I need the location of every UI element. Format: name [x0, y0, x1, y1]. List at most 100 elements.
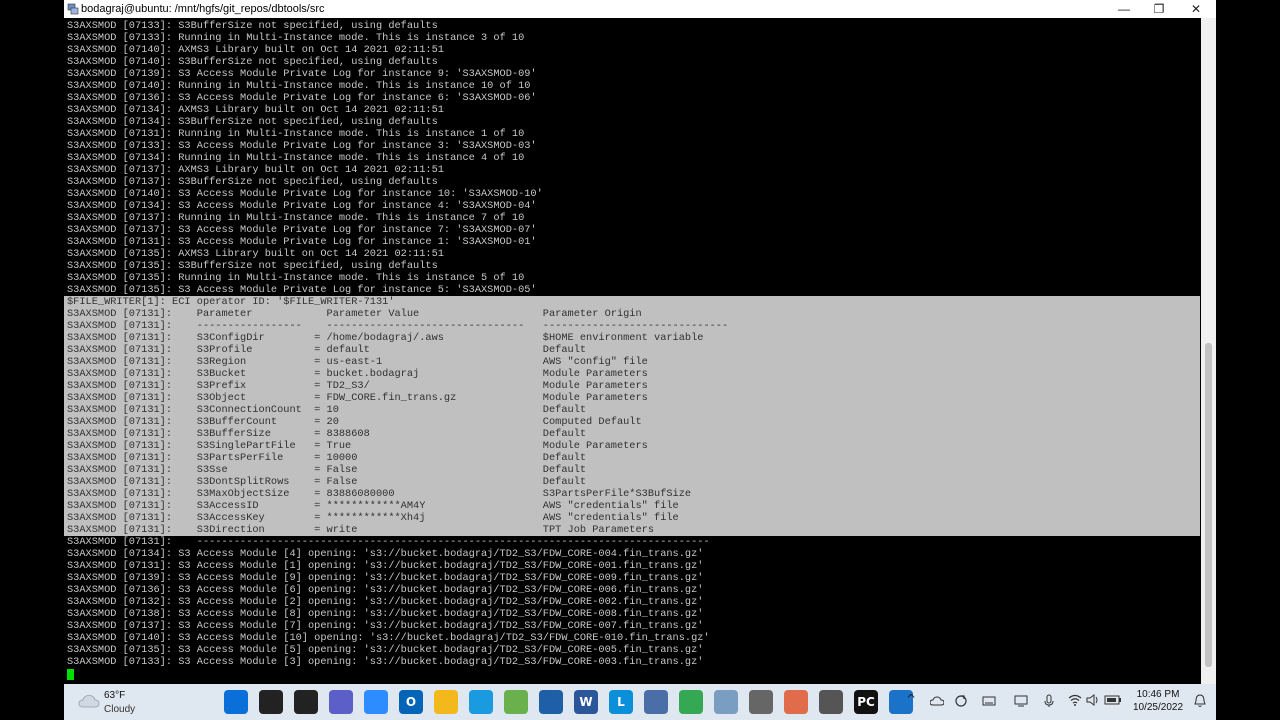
- display-icon[interactable]: [1014, 695, 1028, 707]
- wifi-icon[interactable]: [1068, 694, 1082, 706]
- store-icon[interactable]: [539, 690, 563, 714]
- terminal-line: S3AXSMOD [07131]: S3BufferCount = 20 Com…: [67, 416, 642, 428]
- terminal-line: S3AXSMOD [07134]: S3 Access Module [4] o…: [67, 548, 704, 560]
- terminal-line: S3AXSMOD [07140]: Running in Multi-Insta…: [67, 80, 531, 92]
- terminal-line: S3AXSMOD [07131]: S3Direction = write TP…: [67, 524, 655, 536]
- terminal-window: bodagraj@ubuntu: /mnt/hgfs/git_repos/dbt…: [64, 0, 1216, 720]
- terminal-line: S3AXSMOD [07134]: AXMS3 Library built on…: [67, 104, 444, 116]
- cloud-icon: [78, 695, 100, 708]
- onedrive-icon[interactable]: [930, 696, 944, 706]
- zoom-icon[interactable]: [364, 690, 388, 714]
- terminal-line: S3AXSMOD [07131]: S3BufferSize = 8388608…: [67, 428, 587, 440]
- terminal-line: S3AXSMOD [07131]: S3Profile = default De…: [67, 344, 587, 356]
- terminal-line: S3AXSMOD [07137]: S3 Access Module Priva…: [67, 224, 537, 236]
- system-clock[interactable]: 10:46 PM 10/25/2022: [1128, 688, 1188, 714]
- minimize-button[interactable]: —: [1106, 0, 1142, 18]
- terminal-line: S3AXSMOD [07133]: Running in Multi-Insta…: [67, 32, 525, 44]
- terminal-line: S3AXSMOD [07140]: S3 Access Module Priva…: [67, 188, 543, 200]
- terminal-line: S3AXSMOD [07131]: ----------------------…: [67, 536, 710, 548]
- terminal-line: S3AXSMOD [07134]: Running in Multi-Insta…: [67, 152, 525, 164]
- vs-code-like-icon[interactable]: [784, 690, 808, 714]
- terminal-line: S3AXSMOD [07135]: S3 Access Module Priva…: [67, 284, 537, 296]
- terminal-line: S3AXSMOD [07131]: S3Bucket = bucket.boda…: [67, 368, 648, 380]
- file-explorer-icon[interactable]: [434, 690, 458, 714]
- network-tool-icon[interactable]: [749, 690, 773, 714]
- terminal-line: S3AXSMOD [07131]: S3Sse = False Default: [67, 464, 587, 476]
- terminal-line: S3AXSMOD [07133]: S3 Access Module Priva…: [67, 140, 537, 152]
- terminal-line: S3AXSMOD [07131]: S3 Access Module Priva…: [67, 236, 537, 248]
- window-titlebar[interactable]: bodagraj@ubuntu: /mnt/hgfs/git_repos/dbt…: [64, 0, 1216, 18]
- terminal-line: S3AXSMOD [07140]: AXMS3 Library built on…: [67, 44, 444, 56]
- terminal-line: S3AXSMOD [07132]: S3 Access Module [2] o…: [67, 596, 704, 608]
- lync-icon[interactable]: L: [609, 690, 633, 714]
- terminal-line: S3AXSMOD [07135]: S3BufferSize not speci…: [67, 260, 438, 272]
- weather-condition: Cloudy: [104, 704, 136, 715]
- terminal-line: S3AXSMOD [07131]: S3Object = FDW_CORE.fi…: [67, 392, 648, 404]
- calculator-icon[interactable]: [819, 690, 843, 714]
- photos-icon[interactable]: [714, 690, 738, 714]
- terminal-line: S3AXSMOD [07135]: Running in Multi-Insta…: [67, 272, 525, 284]
- search-icon[interactable]: [259, 690, 283, 714]
- word-icon[interactable]: W: [574, 690, 598, 714]
- terminal-line: S3AXSMOD [07138]: S3 Access Module [8] o…: [67, 608, 704, 620]
- microphone-icon[interactable]: [1044, 694, 1054, 708]
- terminal-line: S3AXSMOD [07133]: S3BufferSize not speci…: [67, 20, 438, 32]
- terminal-line: S3AXSMOD [07131]: S3MaxObjectSize = 8388…: [67, 488, 692, 500]
- terminal-line: S3AXSMOD [07131]: S3Prefix = TD2_S3/ Mod…: [67, 380, 648, 392]
- notepad-plus-icon[interactable]: [504, 690, 528, 714]
- terminal-line: S3AXSMOD [07131]: ----------------- ----…: [67, 320, 729, 332]
- terminal-line: S3AXSMOD [07134]: S3BufferSize not speci…: [67, 116, 438, 128]
- terminal-line: S3AXSMOD [07137]: Running in Multi-Insta…: [67, 212, 525, 224]
- maximize-button[interactable]: ❐: [1141, 0, 1177, 18]
- taskbar: 63°F Cloudy O W L PC ^ 10:46 PM 10/25/2022: [64, 684, 1216, 720]
- edge-icon[interactable]: [469, 690, 493, 714]
- terminal-output[interactable]: S3AXSMOD [07133]: S3BufferSize not speci…: [64, 18, 1201, 684]
- putty-icon[interactable]: [644, 690, 668, 714]
- terminal-cursor: [67, 669, 74, 680]
- terminal-line: S3AXSMOD [07137]: AXMS3 Library built on…: [67, 164, 444, 176]
- close-button[interactable]: ✕: [1178, 0, 1214, 18]
- clock-time: 10:46 PM: [1136, 689, 1180, 700]
- terminal-line: S3AXSMOD [07131]: S3AccessKey = ********…: [67, 512, 679, 524]
- battery-icon[interactable]: [1104, 695, 1122, 705]
- terminal-line: S3AXSMOD [07139]: S3 Access Module [9] o…: [67, 572, 704, 584]
- terminal-line: S3AXSMOD [07135]: S3 Access Module [5] o…: [67, 644, 704, 656]
- vertical-scrollbar[interactable]: [1201, 18, 1216, 684]
- terminal-line: $FILE_WRITER[1]: ECI operator ID: '$FILE…: [67, 296, 395, 308]
- terminal-line: S3AXSMOD [07131]: S3ConnectionCount = 10…: [67, 404, 587, 416]
- putty-icon: [67, 3, 79, 15]
- terminal-line: S3AXSMOD [07133]: S3 Access Module [3] o…: [67, 656, 704, 668]
- chrome-icon[interactable]: [679, 690, 703, 714]
- terminal-line: S3AXSMOD [07131]: S3DontSplitRows = Fals…: [67, 476, 587, 488]
- task-view-icon[interactable]: [294, 690, 318, 714]
- terminal-line: S3AXSMOD [07131]: S3 Access Module [1] o…: [67, 560, 704, 572]
- weather-temperature: 63°F: [104, 690, 126, 701]
- scrollbar-thumb[interactable]: [1205, 343, 1212, 667]
- terminal-line: S3AXSMOD [07131]: S3AccessID = *********…: [67, 500, 679, 512]
- terminal-line: S3AXSMOD [07139]: S3 Access Module Priva…: [67, 68, 537, 80]
- window-title: bodagraj@ubuntu: /mnt/hgfs/git_repos/dbt…: [81, 3, 325, 15]
- volume-icon[interactable]: [1086, 694, 1100, 706]
- pycharm-icon[interactable]: PC: [854, 690, 878, 714]
- terminal-line: S3AXSMOD [07140]: S3BufferSize not speci…: [67, 56, 438, 68]
- terminal-line: S3AXSMOD [07131]: S3PartsPerFile = 10000…: [67, 452, 587, 464]
- clock-date: 10/25/2022: [1132, 702, 1184, 713]
- terminal-line: S3AXSMOD [07137]: S3BufferSize not speci…: [67, 176, 438, 188]
- notification-icon[interactable]: [1194, 694, 1206, 708]
- terminal-line: S3AXSMOD [07131]: S3SinglePartFile = Tru…: [67, 440, 648, 452]
- terminal-line: S3AXSMOD [07131]: S3ConfigDir = /home/bo…: [67, 332, 704, 344]
- chat-icon[interactable]: [329, 690, 353, 714]
- terminal-line: S3AXSMOD [07134]: S3 Access Module Priva…: [67, 200, 537, 212]
- tray-overflow-chevron[interactable]: ^: [906, 692, 916, 706]
- terminal-line: S3AXSMOD [07140]: S3 Access Module [10] …: [67, 632, 710, 644]
- terminal-line: S3AXSMOD [07136]: S3 Access Module Priva…: [67, 92, 537, 104]
- sync-icon[interactable]: [954, 694, 968, 708]
- windows-start-icon[interactable]: [224, 690, 248, 714]
- terminal-line: S3AXSMOD [07136]: S3 Access Module [6] o…: [67, 584, 704, 596]
- outlook-icon[interactable]: O: [399, 690, 423, 714]
- keyboard-icon[interactable]: [982, 695, 996, 707]
- terminal-line: S3AXSMOD [07137]: S3 Access Module [7] o…: [67, 620, 704, 632]
- terminal-line: S3AXSMOD [07131]: Running in Multi-Insta…: [67, 128, 525, 140]
- terminal-line: S3AXSMOD [07135]: AXMS3 Library built on…: [67, 248, 444, 260]
- terminal-line: S3AXSMOD [07131]: S3Region = us-east-1 A…: [67, 356, 648, 368]
